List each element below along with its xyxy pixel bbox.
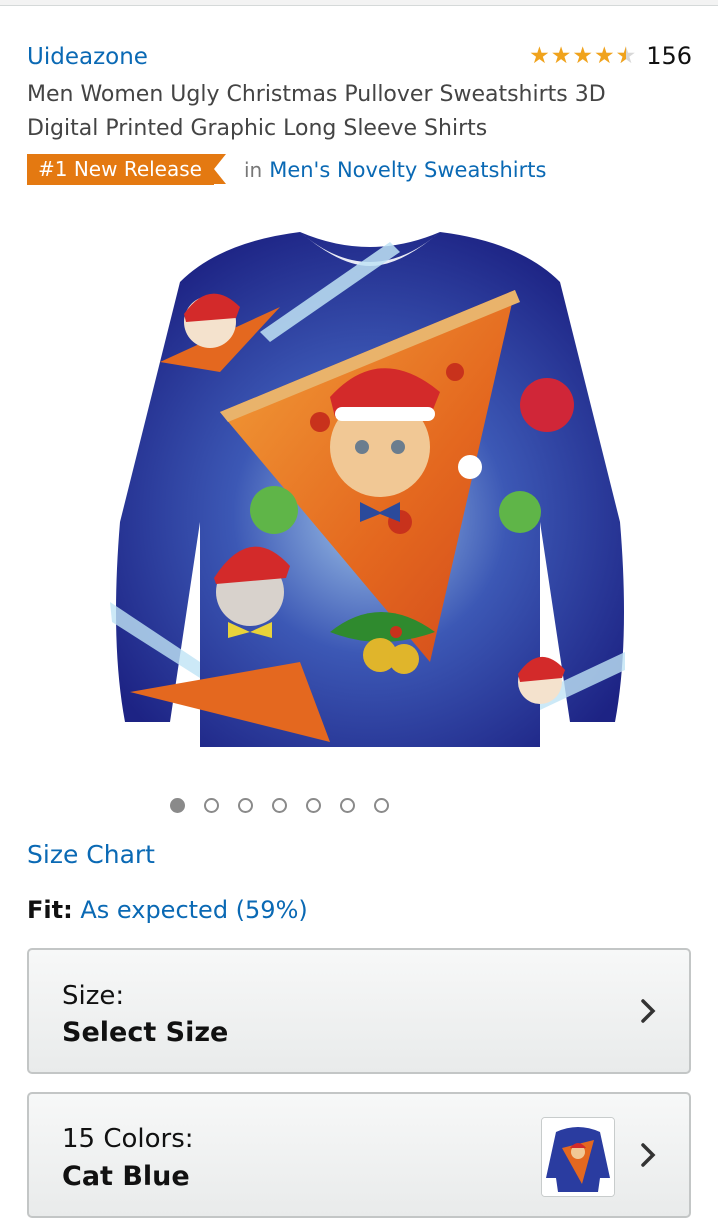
fit-value-link[interactable]: As expected (59%) xyxy=(80,896,307,924)
fit-row: Fit: As expected (59%) xyxy=(27,896,308,924)
chevron-right-icon xyxy=(641,999,656,1023)
top-divider xyxy=(0,0,718,6)
page-dot[interactable] xyxy=(373,798,389,813)
rating-count[interactable]: 156 xyxy=(646,42,692,70)
color-swatch-thumbnail xyxy=(541,1117,615,1197)
star-icon: ★ xyxy=(593,42,615,69)
star-rating: ★ ★ ★ ★ ★ xyxy=(529,42,637,69)
size-chart-link[interactable]: Size Chart xyxy=(27,840,155,869)
size-value: Select Size xyxy=(62,1017,229,1048)
page-dot[interactable] xyxy=(169,798,185,813)
image-pagination xyxy=(0,798,637,813)
brand-link[interactable]: Uideazone xyxy=(27,44,148,70)
color-count-label: 15 Colors: xyxy=(62,1124,194,1154)
fit-label: Fit: xyxy=(27,896,73,924)
size-label: Size: xyxy=(62,981,125,1011)
star-icon: ★ xyxy=(550,42,572,69)
page-dot[interactable] xyxy=(203,798,219,813)
category-link[interactable]: Men's Novelty Sweatshirts xyxy=(269,158,546,182)
star-icon: ★ xyxy=(529,42,550,69)
page-dot[interactable] xyxy=(339,798,355,813)
half-star-icon: ★ xyxy=(616,44,637,68)
new-release-badge: #1 New Release xyxy=(27,154,226,185)
rating[interactable]: ★ ★ ★ ★ ★ 156 xyxy=(529,42,692,70)
best-seller-row: #1 New Release in Men's Novelty Sweatshi… xyxy=(27,154,546,185)
chevron-right-icon xyxy=(641,1143,656,1167)
product-title: Men Women Ugly Christmas Pullover Sweats… xyxy=(27,82,606,141)
product-image[interactable] xyxy=(100,222,640,762)
in-text: in xyxy=(243,157,263,182)
size-selector[interactable]: Size: Select Size xyxy=(27,948,691,1074)
page-dot[interactable] xyxy=(271,798,287,813)
color-value: Cat Blue xyxy=(62,1161,190,1192)
star-icon: ★ xyxy=(572,42,593,69)
page-dot[interactable] xyxy=(237,798,253,813)
color-selector[interactable]: 15 Colors: Cat Blue xyxy=(27,1092,691,1218)
page-dot[interactable] xyxy=(305,798,321,813)
